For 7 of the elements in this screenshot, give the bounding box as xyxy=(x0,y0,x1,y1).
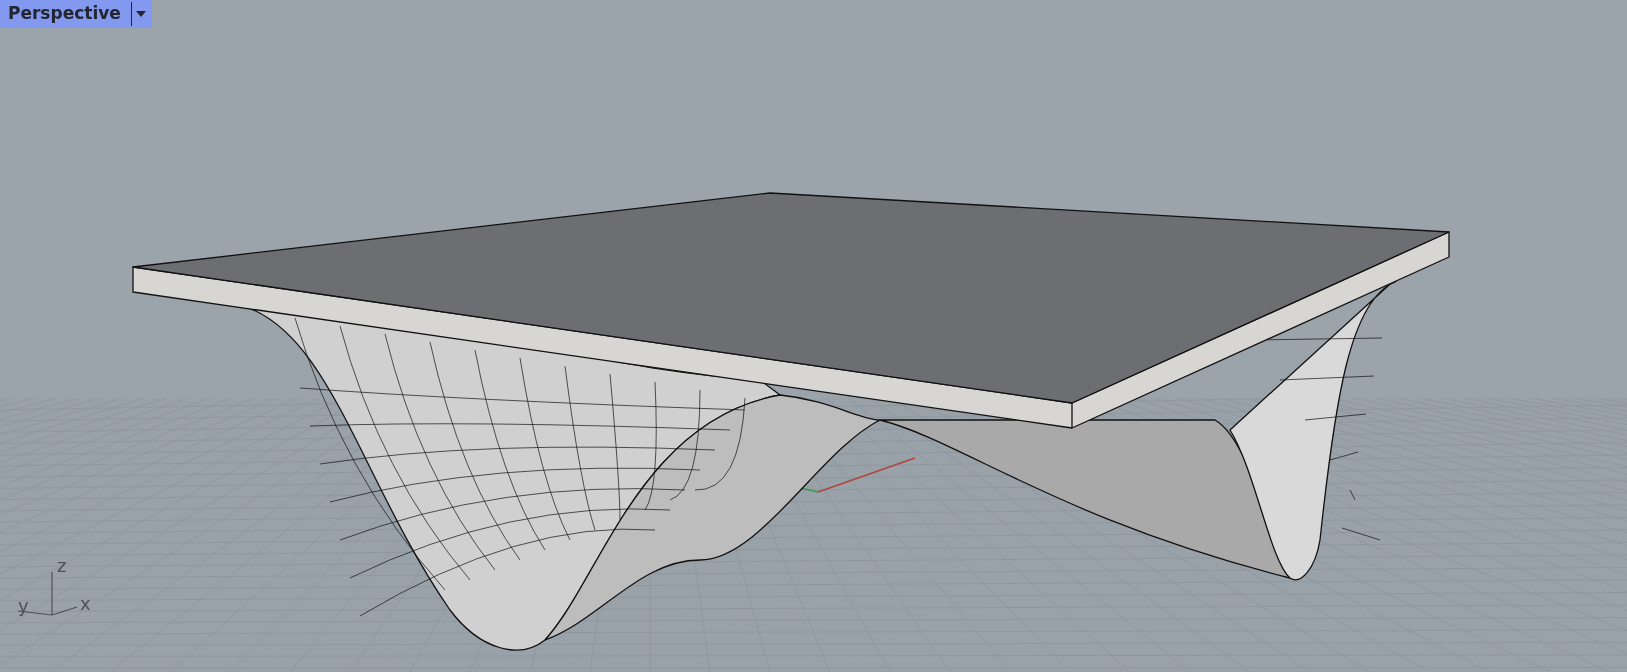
axis-label: x xyxy=(80,593,91,614)
caret-icon xyxy=(135,11,146,17)
axis-label: y xyxy=(18,595,29,616)
viewport-tab[interactable]: Perspective xyxy=(0,0,152,28)
axis-label: z xyxy=(57,555,67,576)
viewport-title: Perspective xyxy=(8,2,122,26)
axis-icon xyxy=(17,571,78,616)
